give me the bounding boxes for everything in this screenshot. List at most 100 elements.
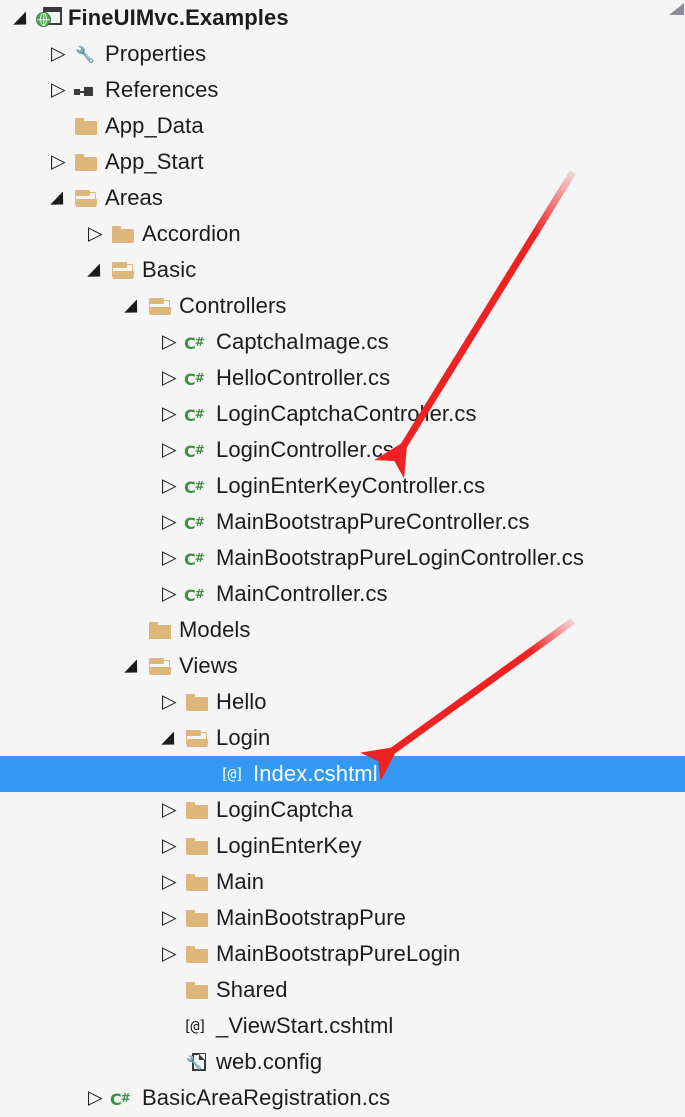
solution-tree[interactable]: FineUIMvc.Examples 🔧 Properties References A… [0,0,685,1116]
expander-collapse-icon[interactable] [119,648,145,684]
folder-closed-icon [149,622,171,639]
tree-item[interactable]: C# MainBootstrapPureController.cs [0,504,685,540]
tree-item-icon [182,828,212,864]
wrench-icon: 🔧 [75,45,95,64]
tree-item-label: Index.cshtml [253,761,378,786]
tree-item[interactable]: Views [0,648,685,684]
expander-expand-icon[interactable] [156,540,182,576]
tree-item-label: Accordion [142,221,241,246]
tree-item[interactable]: LoginEnterKey [0,828,685,864]
csharp-file-icon: C# [184,478,205,497]
expander-expand-icon[interactable] [45,36,71,72]
expander-expand-icon[interactable] [156,864,182,900]
tree-item[interactable]: Controllers [0,288,685,324]
tree-item[interactable]: Models [0,612,685,648]
tree-item[interactable]: 🔧 web.config [0,1044,685,1080]
tree-item-icon [182,684,212,720]
tree-item[interactable]: C# HelloController.cs [0,360,685,396]
expander-expand-icon[interactable] [156,504,182,540]
tree-item-icon [182,720,212,756]
expander-expand-icon[interactable] [156,468,182,504]
csharp-file-icon: C# [184,514,205,533]
tree-item-label: Login [216,725,271,750]
expander-expand-icon[interactable] [156,828,182,864]
expander-collapse-icon[interactable] [156,720,182,756]
expander-expand-icon[interactable] [156,576,182,612]
expander-collapse-icon[interactable] [82,252,108,288]
scrollbar-up-indicator[interactable] [663,0,685,18]
expander-expand-icon[interactable] [156,324,182,360]
tree-item[interactable]: Main [0,864,685,900]
tree-item[interactable]: FineUIMvc.Examples [0,0,685,36]
tree-item-icon [71,144,101,180]
folder-closed-icon [186,694,208,711]
tree-item-label: Hello [216,689,267,714]
expander-collapse-icon[interactable] [119,288,145,324]
tree-item[interactable]: Hello [0,684,685,720]
razor-file-icon: [@] [220,765,244,783]
tree-item[interactable]: C# MainController.cs [0,576,685,612]
tree-item-icon [34,0,64,36]
expander-collapse-icon[interactable] [45,180,71,216]
tree-item-label: MainController.cs [216,581,388,606]
expander-expand-icon[interactable] [45,72,71,108]
expander-expand-icon[interactable] [156,684,182,720]
folder-closed-icon [186,802,208,819]
tree-item[interactable]: [@] _ViewStart.cshtml [0,1008,685,1044]
tree-item[interactable]: Login [0,720,685,756]
tree-item[interactable]: C# MainBootstrapPureLoginController.cs [0,540,685,576]
expander-expand-icon[interactable] [156,900,182,936]
expander-expand-icon[interactable] [82,216,108,252]
expander-collapse-icon[interactable] [8,0,34,36]
tree-item[interactable]: C# LoginCaptchaController.cs [0,396,685,432]
expander-expand-icon[interactable] [45,144,71,180]
tree-item[interactable]: MainBootstrapPureLogin [0,936,685,972]
expander-expand-icon[interactable] [156,432,182,468]
expander-expand-icon[interactable] [156,792,182,828]
tree-item[interactable]: LoginCaptcha [0,792,685,828]
tree-item[interactable]: 🔧 Properties [0,36,685,72]
tree-item-icon: C# [182,396,212,432]
tree-item-icon: C# [182,540,212,576]
tree-item[interactable]: [@] Index.cshtml [0,756,685,792]
tree-item-label: References [105,77,219,102]
expander-expand-icon[interactable] [156,936,182,972]
tree-item[interactable]: References [0,72,685,108]
folder-open-icon [149,298,172,315]
expander-expand-icon[interactable] [156,360,182,396]
csharp-file-icon: C# [184,550,205,569]
tree-item-icon: C# [182,360,212,396]
tree-item-label: Main [216,869,265,894]
tree-item[interactable]: Basic [0,252,685,288]
expander-expand-icon[interactable] [82,1080,108,1116]
tree-item[interactable]: MainBootstrapPure [0,900,685,936]
tree-item-label: LoginCaptcha [216,797,353,822]
tree-item-icon [71,108,101,144]
tree-item[interactable]: C# BasicAreaRegistration.cs [0,1080,685,1116]
tree-item[interactable]: App_Data [0,108,685,144]
tree-item[interactable]: Accordion [0,216,685,252]
tree-item[interactable]: Shared [0,972,685,1008]
expander-placeholder [156,1008,182,1044]
tree-item[interactable]: App_Start [0,144,685,180]
solution-explorer-panel: FineUIMvc.Examples 🔧 Properties References A… [0,0,685,1117]
tree-item[interactable]: C# LoginController.cs [0,432,685,468]
tree-item[interactable]: C# CaptchaImage.cs [0,324,685,360]
expander-placeholder [193,756,219,792]
tree-item[interactable]: C# LoginEnterKeyController.cs [0,468,685,504]
expander-placeholder [156,1044,182,1080]
tree-item[interactable]: Areas [0,180,685,216]
expander-expand-icon[interactable] [156,396,182,432]
folder-open-icon [112,262,135,279]
tree-item-icon: C# [182,468,212,504]
